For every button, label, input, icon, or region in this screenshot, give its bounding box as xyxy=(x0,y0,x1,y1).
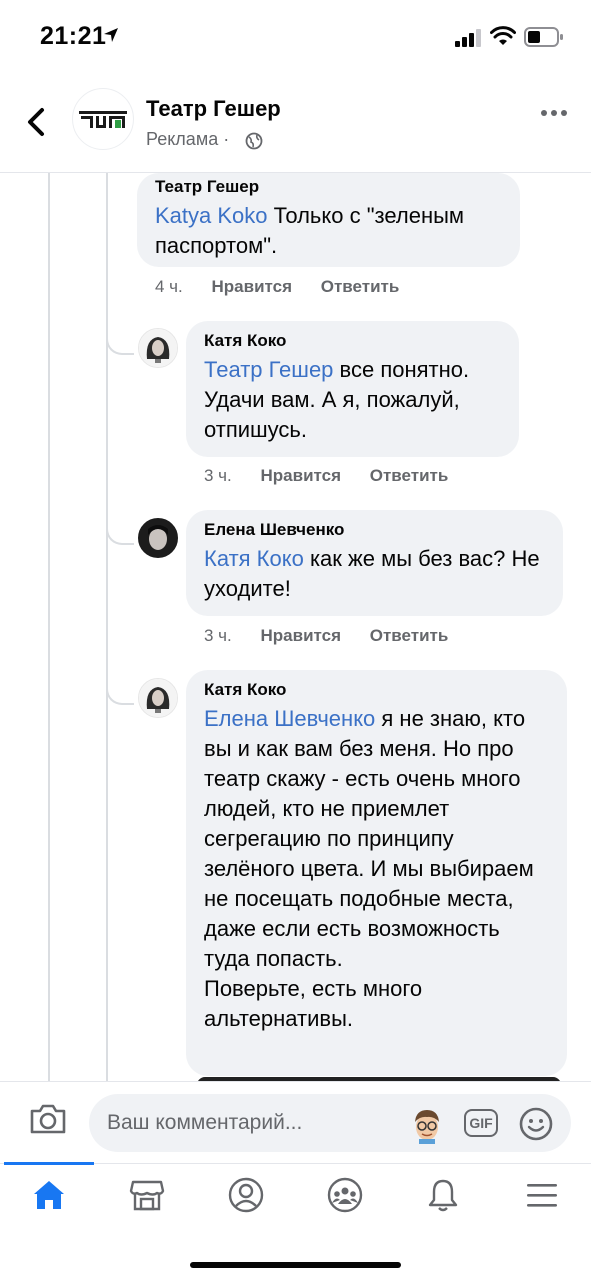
nav-profile[interactable] xyxy=(197,1164,295,1229)
comment-time[interactable]: 3 ч. xyxy=(204,466,232,485)
gif-label: GIF xyxy=(469,1115,493,1131)
mention-link[interactable]: Katya Koko xyxy=(155,203,268,228)
comment-bubble: Театр Гешер Katya Koko Только с "зеленым… xyxy=(137,173,520,267)
marketplace-icon xyxy=(129,1180,165,1211)
comment-time[interactable]: 3 ч. xyxy=(204,626,232,645)
comment-author[interactable]: Катя Коко xyxy=(204,331,501,351)
comment-author[interactable]: Катя Коко xyxy=(204,680,549,700)
back-arrow-icon[interactable] xyxy=(22,102,52,142)
comment-time[interactable]: 4 ч. xyxy=(155,277,183,296)
page-name[interactable]: Театр Гешер xyxy=(146,96,281,122)
comment-text-continued: Поверьте, есть много альтернативы. xyxy=(204,976,423,1031)
avatar-sticker-icon[interactable] xyxy=(410,1106,444,1144)
comment-actions: 3 ч. Нравится Ответить xyxy=(204,466,472,486)
user-photo-icon xyxy=(139,679,177,717)
comment-author[interactable]: Елена Шевченко xyxy=(204,520,545,540)
thread-line xyxy=(48,173,50,1081)
nav-groups[interactable] xyxy=(296,1164,394,1229)
groups-icon xyxy=(327,1177,363,1213)
comment-bubble: Катя Коко Театр Гешер все понятно. Удачи… xyxy=(186,321,519,457)
nav-home[interactable] xyxy=(0,1164,98,1229)
comment-author[interactable]: Театр Гешер xyxy=(155,177,502,197)
nav-menu[interactable] xyxy=(493,1164,591,1229)
comment-text: Катя Коко как же мы без вас? Не уходите! xyxy=(204,546,540,601)
comment-actions: 3 ч. Нравится Ответить xyxy=(204,626,472,646)
avatar[interactable] xyxy=(138,518,178,558)
post-header: Театр Гешер Реклама · xyxy=(0,76,591,173)
cellular-signal-icon xyxy=(455,29,481,47)
comment-text: Katya Koko Только с "зеленым паспортом". xyxy=(155,203,465,258)
globe-icon xyxy=(245,132,263,150)
gesher-logo-icon xyxy=(79,111,127,128)
avatar[interactable] xyxy=(138,678,178,718)
mention-link[interactable]: Елена Шевченко xyxy=(204,706,375,731)
user-photo-icon xyxy=(139,519,177,557)
home-indicator[interactable] xyxy=(190,1262,401,1268)
menu-icon xyxy=(527,1184,557,1207)
status-bar: 21:21 xyxy=(0,0,591,76)
comment-text: Театр Гешер все понятно. Удачи вам. А я,… xyxy=(204,357,470,442)
bottom-navigation xyxy=(0,1162,591,1229)
reply-thread-line xyxy=(106,173,108,1081)
gif-button[interactable]: GIF xyxy=(464,1109,498,1137)
sponsored-label: Реклама · xyxy=(146,129,230,149)
camera-icon[interactable] xyxy=(28,1102,68,1136)
reply-button[interactable]: Ответить xyxy=(370,626,449,645)
comment-input[interactable] xyxy=(89,1094,571,1152)
nav-marketplace[interactable] xyxy=(98,1164,196,1229)
home-icon xyxy=(34,1181,64,1209)
comment-text: Елена Шевченко я не знаю, кто вы и как в… xyxy=(204,706,534,971)
mention-link[interactable]: Катя Коко xyxy=(204,546,304,571)
like-button[interactable]: Нравится xyxy=(212,277,293,296)
nav-notifications[interactable] xyxy=(394,1164,492,1229)
comment-bubble: Катя Коко Елена Шевченко я не знаю, кто … xyxy=(186,670,567,1076)
reply-button[interactable]: Ответить xyxy=(370,466,449,485)
comment-bubble: Елена Шевченко Катя Коко как же мы без в… xyxy=(186,510,563,616)
comment-composer: GIF xyxy=(0,1081,591,1164)
mention-link[interactable]: Театр Гешер xyxy=(204,357,333,382)
comment-thread: Театр Гешер Katya Koko Только с "зеленым… xyxy=(0,173,591,1081)
reply-button[interactable]: Ответить xyxy=(321,277,400,296)
battery-icon xyxy=(524,27,563,47)
avatar[interactable] xyxy=(138,328,178,368)
reply-connector xyxy=(106,327,134,355)
more-options-icon[interactable] xyxy=(540,108,568,118)
location-arrow-icon xyxy=(104,28,118,42)
comment-actions: 4 ч. Нравится Ответить xyxy=(155,277,423,297)
emoji-icon[interactable] xyxy=(518,1106,554,1142)
status-time: 21:21 xyxy=(40,22,107,50)
reply-connector xyxy=(106,677,134,705)
wifi-icon xyxy=(490,26,516,45)
profile-icon xyxy=(228,1177,264,1213)
like-button[interactable]: Нравится xyxy=(261,626,342,645)
reply-connector xyxy=(106,517,134,545)
notifications-icon xyxy=(428,1179,458,1212)
page-logo[interactable] xyxy=(72,88,134,150)
user-photo-icon xyxy=(139,329,177,367)
like-button[interactable]: Нравится xyxy=(261,466,342,485)
